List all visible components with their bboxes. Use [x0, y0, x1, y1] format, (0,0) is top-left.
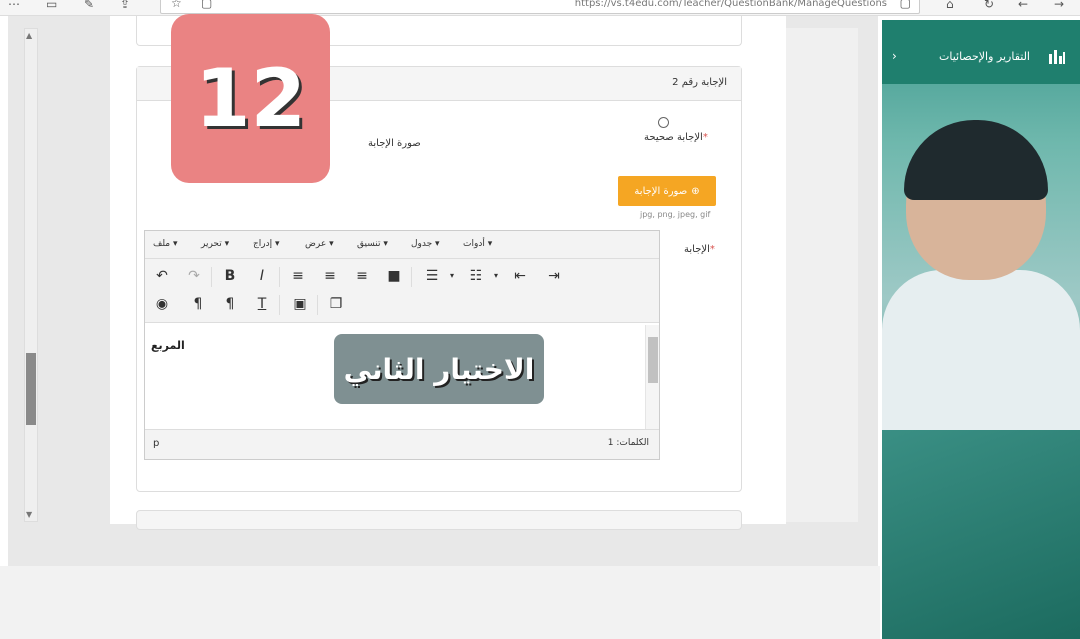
step-number-badge: 12 — [171, 14, 330, 183]
element-path: p — [153, 438, 160, 449]
content-margin — [786, 28, 858, 522]
align-center-icon[interactable]: ≡ — [321, 267, 339, 285]
address-bar[interactable]: ☆ ▢ https://vs.t4edu.com/Teacher/Questio… — [160, 0, 920, 14]
upload-image-button[interactable]: صورة الإجابة ⊕ — [618, 176, 716, 206]
paste-icon[interactable]: ▣ — [291, 295, 309, 313]
editor-menubar: ملف ▾ تحرير ▾ إدراج ▾ عرض ▾ تنسيق ▾ جدول… — [145, 231, 659, 259]
menu-format-label: تنسيق — [357, 239, 381, 249]
menu-tools-label: أدوات — [463, 239, 485, 249]
menu-table-label: جدول — [411, 239, 433, 249]
sidebar-title: التقارير والإحصائيات — [938, 50, 1030, 63]
outdent-icon[interactable]: ⇤ — [511, 267, 529, 285]
editor-content[interactable]: المربع — [151, 339, 185, 352]
sidebar-image-desk — [882, 430, 1080, 639]
answer-label-text: الإجابة — [684, 244, 710, 255]
numbered-list-icon[interactable]: ☷ — [467, 267, 485, 285]
align-right-icon[interactable]: ≡ — [353, 267, 371, 285]
bullet-list-icon[interactable]: ☰ — [423, 267, 441, 285]
indent-icon[interactable]: ⇥ — [545, 267, 563, 285]
menu-file[interactable]: ملف ▾ — [153, 239, 178, 249]
scroll-down-icon[interactable]: ▼ — [26, 510, 32, 519]
menu-edit-label: تحرير — [201, 239, 222, 249]
menu-edit[interactable]: تحرير ▾ — [201, 239, 229, 249]
answer-field-label: الإجابة* — [684, 244, 715, 255]
upload-image-label: صورة الإجابة — [634, 185, 688, 197]
align-left-icon[interactable]: ≡ — [289, 267, 307, 285]
upload-icon: ⊕ — [691, 185, 700, 197]
redo-icon[interactable]: ↷ — [185, 267, 203, 285]
url-text: https://vs.t4edu.com/Teacher/QuestionBan… — [574, 0, 887, 9]
upload-hint: jpg, png, jpeg, gif — [640, 210, 711, 219]
copy-icon[interactable]: ❐ — [327, 295, 345, 313]
menu-file-label: ملف — [153, 239, 171, 249]
more-icon[interactable]: ⋯ — [8, 0, 20, 11]
correct-answer-label: الإجابة صحيحة* — [644, 132, 708, 143]
editor-toolbar: ↶ ↷ B I ≡ ≡ ≡ ■ ☰ ▾ ☷ ▾ ⇤ ⇥ ◉ ¶ ¶ T ▣ ❐ — [145, 259, 659, 323]
scroll-thumb[interactable] — [26, 353, 36, 425]
forward-icon[interactable]: → — [1054, 0, 1064, 11]
word-count: الكلمات: 1 — [607, 438, 649, 448]
share-icon[interactable]: ⇪ — [120, 0, 130, 11]
refresh-icon[interactable]: ↻ — [984, 0, 994, 11]
caption-overlay: الاختيار الثاني — [334, 334, 544, 404]
bold-icon[interactable]: B — [221, 267, 239, 285]
editor-scroll-thumb[interactable] — [648, 337, 658, 383]
home-icon[interactable]: ⌂ — [946, 0, 954, 11]
menu-table[interactable]: جدول ▾ — [411, 239, 440, 249]
sidebar: › التقارير والإحصائيات — [882, 20, 1080, 639]
italic-icon[interactable]: I — [253, 267, 271, 285]
menu-view-label: عرض — [305, 239, 327, 249]
back-icon[interactable]: ← — [1018, 0, 1028, 11]
editor-scrollbar[interactable] — [645, 325, 659, 429]
bar-chart-icon — [1049, 50, 1065, 64]
justify-icon[interactable]: ■ — [385, 267, 403, 285]
undo-icon[interactable]: ↶ — [153, 267, 171, 285]
rtl-icon[interactable]: ¶ — [221, 295, 239, 313]
answer-image-label: صورة الإجابة — [368, 138, 421, 149]
pen-icon[interactable]: ✎ — [84, 0, 94, 11]
clear-format-icon[interactable]: T — [253, 295, 271, 313]
editor-statusbar: p الكلمات: 1 — [145, 429, 659, 459]
required-mark: * — [702, 132, 708, 143]
tab-icon[interactable]: ▢ — [201, 0, 212, 10]
browser-toolbar: ⋯ ▭ ✎ ⇪ ☆ ▢ https://vs.t4edu.com/Teacher… — [0, 0, 1080, 16]
answer-card-title: الإجابة رقم 2 — [672, 77, 727, 88]
required-mark: * — [709, 244, 715, 255]
preview-icon[interactable]: ◉ — [153, 295, 171, 313]
ltr-icon[interactable]: ¶ — [189, 295, 207, 313]
chevron-right-icon[interactable]: › — [892, 49, 897, 63]
menu-view[interactable]: عرض ▾ — [305, 239, 334, 249]
correct-answer-text: الإجابة صحيحة — [644, 132, 703, 143]
menu-format[interactable]: تنسيق ▾ — [357, 239, 388, 249]
scroll-up-icon[interactable]: ▲ — [26, 31, 32, 40]
sidebar-image-body — [882, 270, 1080, 440]
star-icon[interactable]: ☆ — [171, 0, 182, 10]
lock-icon: ▢ — [899, 0, 911, 10]
menu-tools[interactable]: أدوات ▾ — [463, 239, 492, 249]
sidebar-image-hair — [904, 120, 1048, 200]
next-answer-card — [136, 510, 742, 530]
menu-insert-label: إدراج — [253, 239, 273, 249]
correct-answer-radio[interactable] — [658, 117, 669, 128]
page-footer — [0, 566, 880, 639]
sidebar-header[interactable]: › التقارير والإحصائيات — [882, 20, 1080, 84]
numbered-dropdown-icon[interactable]: ▾ — [487, 267, 505, 285]
reading-list-icon[interactable]: ▭ — [46, 0, 57, 11]
menu-insert[interactable]: إدراج ▾ — [253, 239, 280, 249]
page-scrollbar[interactable]: ▲ ▼ — [24, 28, 38, 522]
bullet-dropdown-icon[interactable]: ▾ — [443, 267, 461, 285]
